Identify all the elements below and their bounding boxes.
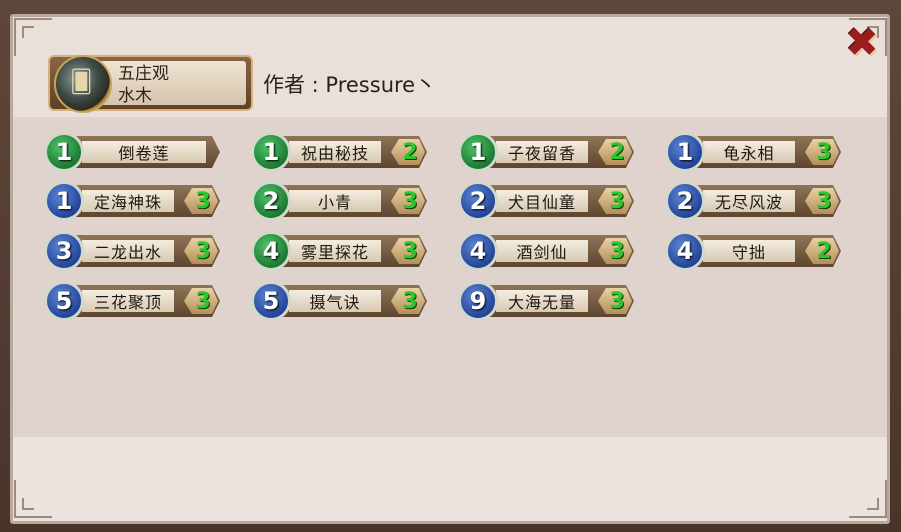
hero-count: 2 bbox=[402, 139, 418, 165]
hero-slot[interactable]: 摄气诀 3 5 bbox=[251, 281, 429, 321]
hero-name: 三花聚顶 bbox=[82, 290, 174, 312]
hero-slot[interactable]: 龟永相 3 1 bbox=[665, 132, 843, 172]
hero-name: 无尽风波 bbox=[703, 190, 795, 212]
hero-count: 3 bbox=[609, 238, 625, 264]
hero-slot[interactable]: 定海神珠 3 1 bbox=[44, 181, 222, 221]
hero-name: 二龙出水 bbox=[82, 240, 174, 262]
hero-slot[interactable]: 犬目仙童 3 2 bbox=[458, 181, 636, 221]
cards-icon: 🂠 bbox=[70, 70, 93, 95]
hero-level-badge: 2 bbox=[458, 181, 498, 221]
hero-level-badge: 1 bbox=[44, 181, 84, 221]
hero-count: 3 bbox=[816, 139, 832, 165]
hero-level-badge: 5 bbox=[44, 281, 84, 321]
hero-slot[interactable]: 无尽风波 3 2 bbox=[665, 181, 843, 221]
hero-level-badge: 4 bbox=[665, 231, 705, 271]
hero-slot[interactable]: 二龙出水 3 3 bbox=[44, 231, 222, 271]
hero-count: 3 bbox=[609, 288, 625, 314]
hero-slot[interactable]: 酒剑仙 3 4 bbox=[458, 231, 636, 271]
close-x-icon: ✖ bbox=[845, 20, 879, 66]
hero-level-badge: 2 bbox=[251, 181, 291, 221]
hero-count: 3 bbox=[402, 238, 418, 264]
hero-count: 3 bbox=[195, 238, 211, 264]
hero-level-badge: 5 bbox=[251, 281, 291, 321]
hero-level-badge: 1 bbox=[458, 132, 498, 172]
hero-name: 雾里探花 bbox=[289, 240, 381, 262]
hero-level-badge: 3 bbox=[44, 231, 84, 271]
hero-name: 定海神珠 bbox=[82, 190, 174, 212]
hero-name: 大海无量 bbox=[496, 290, 588, 312]
hero-count: 3 bbox=[609, 188, 625, 214]
hero-count: 2 bbox=[816, 238, 832, 264]
hero-level-badge: 1 bbox=[665, 132, 705, 172]
hero-level-badge: 9 bbox=[458, 281, 498, 321]
corner-ornament-icon bbox=[14, 480, 52, 518]
hero-name: 酒剑仙 bbox=[496, 240, 588, 262]
hero-slot[interactable]: 子夜留香 2 1 bbox=[458, 132, 636, 172]
hero-slot[interactable]: 大海无量 3 9 bbox=[458, 281, 636, 321]
hero-slot[interactable]: 三花聚顶 3 5 bbox=[44, 281, 222, 321]
hero-count: 2 bbox=[609, 139, 625, 165]
hero-count: 3 bbox=[402, 188, 418, 214]
hero-count: 3 bbox=[402, 288, 418, 314]
corner-ornament-icon bbox=[14, 18, 52, 56]
hero-level-badge: 1 bbox=[251, 132, 291, 172]
hero-slot[interactable]: 雾里探花 3 4 bbox=[251, 231, 429, 271]
hero-count: 3 bbox=[195, 188, 211, 214]
close-button[interactable]: ✖ bbox=[840, 20, 884, 66]
hero-name: 小青 bbox=[289, 190, 381, 212]
hero-level-badge: 4 bbox=[458, 231, 498, 271]
hero-slot[interactable]: 守拙 2 4 bbox=[665, 231, 843, 271]
hero-slot[interactable]: 祝由秘技 2 1 bbox=[251, 132, 429, 172]
hero-name: 摄气诀 bbox=[289, 290, 381, 312]
panel-footer bbox=[13, 437, 887, 521]
hero-name: 倒卷莲 bbox=[82, 141, 206, 163]
team-subtitle: 水木 bbox=[118, 86, 152, 106]
hero-level-badge: 2 bbox=[665, 181, 705, 221]
hero-level-badge: 1 bbox=[44, 132, 84, 172]
hero-slot[interactable]: 倒卷莲 1 bbox=[44, 132, 222, 172]
hero-name: 龟永相 bbox=[703, 141, 795, 163]
hero-name: 守拙 bbox=[703, 240, 795, 262]
hero-slot[interactable]: 小青 3 2 bbox=[251, 181, 429, 221]
hero-count: 3 bbox=[195, 288, 211, 314]
hero-name: 犬目仙童 bbox=[496, 190, 588, 212]
hero-name: 祝由秘技 bbox=[289, 141, 381, 163]
corner-ornament-icon bbox=[849, 480, 887, 518]
hero-name: 子夜留香 bbox=[496, 141, 588, 163]
hero-count: 3 bbox=[816, 188, 832, 214]
author-label: 作者 : Pressure丶 bbox=[263, 73, 437, 97]
hero-level-badge: 4 bbox=[251, 231, 291, 271]
